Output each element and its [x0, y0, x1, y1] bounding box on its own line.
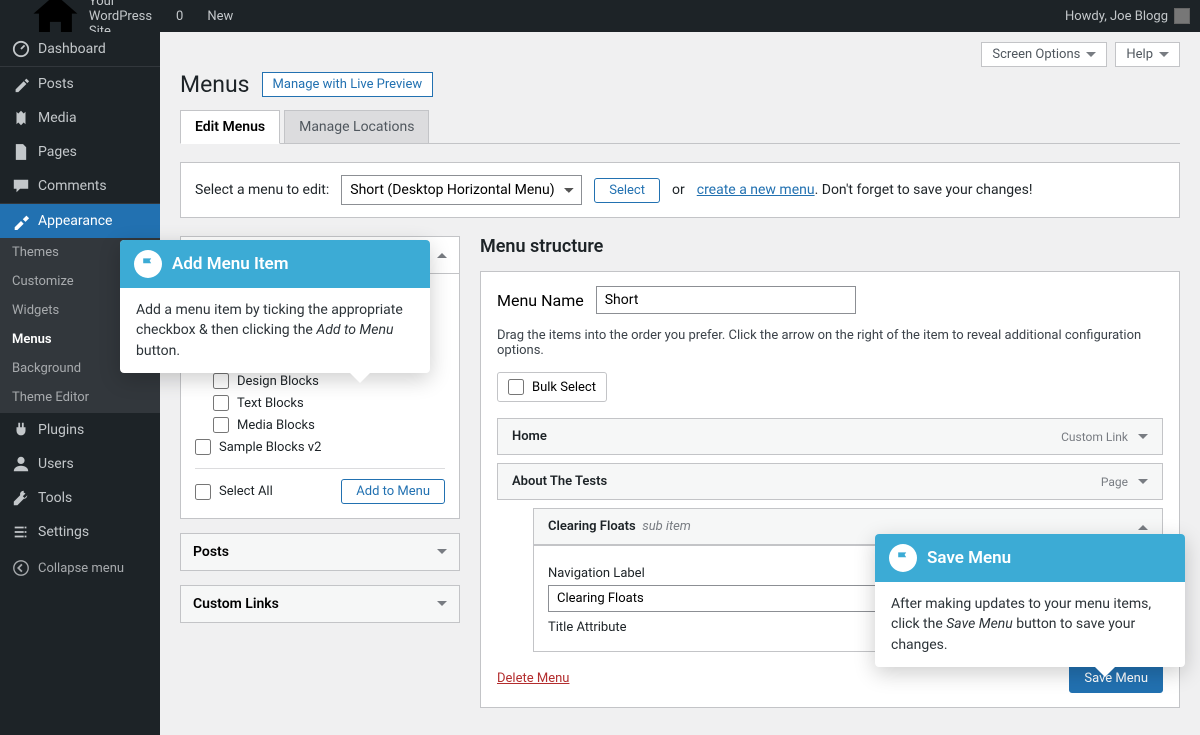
chevron-down-icon	[437, 549, 447, 559]
tabs: Edit Menus Manage Locations	[180, 110, 1180, 144]
avatar	[1174, 8, 1190, 24]
live-preview-button[interactable]: Manage with Live Preview	[262, 72, 434, 97]
sidebar-item-appearance[interactable]: Appearance	[0, 203, 160, 238]
tooltip-title: Add Menu Item	[172, 254, 288, 274]
sidebar-label: Appearance	[38, 213, 112, 229]
menu-name-label: Menu Name	[497, 291, 584, 310]
chevron-down-icon	[1086, 52, 1096, 62]
sidebar-item-pages[interactable]: Pages	[0, 135, 160, 169]
posts-panel: Posts	[180, 533, 460, 571]
or-text: or	[672, 182, 685, 198]
sidebar-label: Plugins	[38, 422, 84, 438]
new-label: New	[207, 9, 233, 24]
select-all-checkbox[interactable]	[195, 484, 211, 500]
account-link[interactable]: Howdy, Joe Blogg	[1065, 8, 1190, 24]
sidebar-label: Media	[38, 110, 77, 126]
new-link[interactable]: New	[201, 9, 233, 24]
submenu-theme-editor[interactable]: Theme Editor	[0, 383, 160, 412]
chevron-down-icon	[1138, 434, 1148, 444]
howdy-text: Howdy, Joe Blogg	[1065, 9, 1168, 24]
suffix-text: . Don't forget to save your changes!	[815, 182, 1033, 198]
sidebar-label: Settings	[38, 524, 89, 540]
checkbox[interactable]	[213, 417, 229, 433]
checkbox[interactable]	[195, 439, 211, 455]
chevron-down-icon	[437, 601, 447, 611]
bulk-select[interactable]: Bulk Select	[497, 372, 607, 402]
menu-select-label: Select a menu to edit:	[195, 182, 329, 198]
comments-link[interactable]: 0	[170, 9, 183, 24]
sidebar-item-tools[interactable]: Tools	[0, 481, 160, 515]
menu-item-home[interactable]: Home Custom Link	[497, 418, 1163, 455]
create-menu-link[interactable]: create a new menu	[697, 182, 815, 198]
page-checkbox-row[interactable]: Sample Blocks v2	[195, 436, 445, 458]
help-button[interactable]: Help	[1115, 42, 1180, 67]
chevron-down-icon	[1159, 52, 1169, 62]
delete-menu-link[interactable]: Delete Menu	[497, 671, 569, 686]
tab-manage-locations[interactable]: Manage Locations	[284, 110, 429, 143]
sidebar-label: Posts	[38, 76, 74, 92]
flag-icon	[134, 250, 162, 278]
flag-icon	[889, 544, 917, 572]
screen-options-button[interactable]: Screen Options	[981, 42, 1107, 67]
add-to-menu-button[interactable]: Add to Menu	[341, 479, 445, 504]
sidebar-item-plugins[interactable]: Plugins	[0, 412, 160, 447]
collapse-label: Collapse menu	[38, 561, 124, 576]
menu-select-row: Select a menu to edit: Short (Desktop Ho…	[180, 162, 1180, 218]
page-checkbox-row[interactable]: Design Blocks	[195, 370, 445, 392]
sidebar-item-posts[interactable]: Posts	[0, 66, 160, 101]
sidebar-label: Tools	[38, 490, 72, 506]
sidebar-item-comments[interactable]: Comments	[0, 169, 160, 203]
sidebar-item-users[interactable]: Users	[0, 447, 160, 481]
chevron-up-icon	[437, 248, 447, 258]
tooltip-title: Save Menu	[927, 548, 1011, 568]
select-button[interactable]: Select	[594, 178, 660, 203]
bulk-select-checkbox[interactable]	[508, 379, 524, 395]
sidebar-label: Users	[38, 456, 74, 472]
comments-count: 0	[176, 9, 183, 24]
sidebar-item-dashboard[interactable]: Dashboard	[0, 32, 160, 66]
sidebar-label: Dashboard	[38, 41, 106, 57]
sidebar-item-media[interactable]: Media	[0, 101, 160, 135]
page-checkbox-row[interactable]: Media Blocks	[195, 414, 445, 436]
structure-title: Menu structure	[480, 236, 1180, 257]
menu-item-about[interactable]: About The Tests Page	[497, 463, 1163, 500]
tab-edit-menus[interactable]: Edit Menus	[180, 110, 280, 144]
chevron-down-icon	[1138, 479, 1148, 489]
page-title: Menus	[180, 71, 250, 98]
tooltip-save-menu: Save Menu After making updates to your m…	[875, 534, 1185, 667]
custom-links-panel-header[interactable]: Custom Links	[181, 586, 459, 622]
admin-sidebar: Dashboard Posts Media Pages Comments App…	[0, 32, 160, 735]
checkbox[interactable]	[213, 395, 229, 411]
sidebar-label: Pages	[38, 144, 77, 160]
select-all-row[interactable]: Select All	[195, 481, 273, 503]
save-menu-button[interactable]: Save Menu	[1069, 664, 1163, 693]
sidebar-label: Comments	[38, 178, 107, 194]
tooltip-add-menu-item: Add Menu Item Add a menu item by ticking…	[120, 240, 430, 373]
checkbox[interactable]	[213, 373, 229, 389]
menu-select-dropdown[interactable]: Short (Desktop Horizontal Menu)	[341, 175, 582, 205]
collapse-menu[interactable]: Collapse menu	[0, 549, 160, 587]
custom-links-panel: Custom Links	[180, 585, 460, 623]
page-checkbox-row[interactable]: Text Blocks	[195, 392, 445, 414]
menu-name-input[interactable]	[596, 286, 856, 314]
admin-bar: Your WordPress Site 0 New Howdy, Joe Blo…	[0, 0, 1200, 32]
posts-panel-header[interactable]: Posts	[181, 534, 459, 570]
sidebar-item-settings[interactable]: Settings	[0, 515, 160, 549]
chevron-up-icon	[1138, 520, 1148, 530]
structure-instructions: Drag the items into the order you prefer…	[497, 328, 1163, 358]
